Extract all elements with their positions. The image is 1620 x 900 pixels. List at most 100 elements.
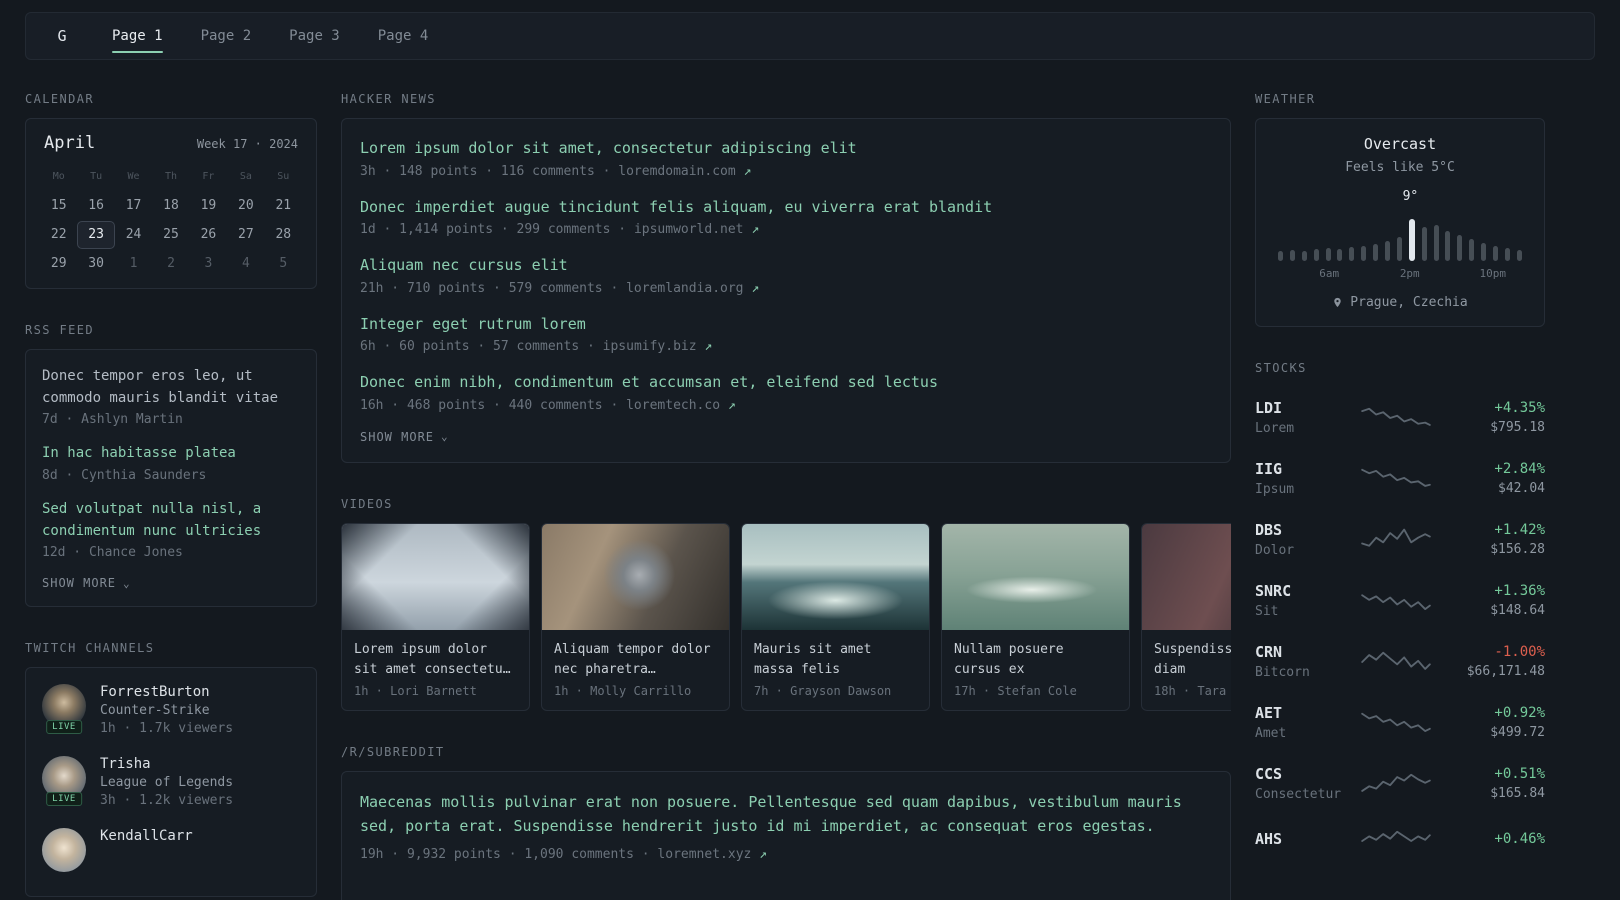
videos-row: Lorem ipsum dolor sit amet consectetu… 1… <box>341 522 1231 711</box>
show-more-label: SHOW MORE <box>360 429 435 444</box>
stock-id: SNRC Sit <box>1255 582 1351 619</box>
video-thumbnail[interactable] <box>742 523 929 630</box>
video-thumbnail[interactable] <box>342 523 529 630</box>
twitch-channel[interactable]: LIVE Trisha League of Legends 3h · 1.2k … <box>42 756 300 808</box>
video-title[interactable]: Suspendisse diam <box>1142 630 1231 682</box>
rss-item-title[interactable]: Donec tempor eros leo, ut commodo mauris… <box>42 366 300 409</box>
rss-item-title[interactable]: Sed volutpat nulla nisl, a condimentum n… <box>42 499 300 542</box>
stock-row[interactable]: DBS Dolor +1.42% $156.28 <box>1255 509 1545 570</box>
external-link-icon: ↗ <box>743 163 752 179</box>
hn-story-domain-link[interactable]: loremtech.co <box>626 398 720 413</box>
hn-story-title[interactable]: Donec imperdiet augue tincidunt felis al… <box>360 196 1212 219</box>
stock-row[interactable]: AET Amet +0.92% $499.72 <box>1255 692 1545 753</box>
tab-page-2[interactable]: Page 2 <box>187 13 266 59</box>
video-title[interactable]: Nullam posuere cursus ex <box>942 630 1129 682</box>
stock-id: AHS <box>1255 830 1351 852</box>
weather-bar <box>1278 251 1283 261</box>
video-title[interactable]: Aliquam tempor dolor nec pharetra… <box>542 630 729 682</box>
stock-price: $66,171.48 <box>1466 664 1545 679</box>
channel-avatar[interactable]: LIVE <box>42 684 86 735</box>
tab-page-1[interactable]: Page 1 <box>98 13 177 59</box>
calendar-grid: Mo Tu We Th Fr Sa Su 15 16 17 18 19 20 21 22 23 24 25 26 27… <box>40 163 302 278</box>
video-title[interactable]: Lorem ipsum dolor sit amet consectetu… <box>342 630 529 682</box>
hn-story-meta: 3h · 148 points · 116 comments · loremdo… <box>360 164 1212 179</box>
twitch-channel[interactable]: LIVE ForrestBurton Counter-Strike 1h · 1… <box>42 684 300 736</box>
reddit-post-card: Maecenas mollis pulvinar erat non posuer… <box>341 770 1231 900</box>
reddit-post-domain-link[interactable]: loremnet.xyz <box>657 847 751 862</box>
calendar-day: 4 <box>241 256 250 271</box>
channel-avatar[interactable] <box>42 828 86 873</box>
hn-story-domain-link[interactable]: ipsumworld.net <box>634 222 744 237</box>
external-link-icon: ↗ <box>704 339 713 354</box>
rss-item-meta: 7d · Ashlyn Martin <box>42 412 183 428</box>
channel-name[interactable]: ForrestBurton <box>100 684 233 700</box>
weather-bar <box>1433 225 1439 261</box>
stock-symbol: AET <box>1255 704 1283 722</box>
calendar-widget: CALENDAR April Week 17 · 2024 Mo Tu We Th Fr… <box>25 92 317 289</box>
tab-page-4[interactable]: Page 4 <box>364 13 443 59</box>
stock-row[interactable]: LDI Lorem +4.35% $795.18 <box>1255 387 1545 448</box>
twitch-channel[interactable]: KendallCarr <box>42 828 300 873</box>
external-link-icon: ↗ <box>751 280 760 296</box>
hn-story-title[interactable]: Aliquam nec cursus elit <box>360 254 1212 277</box>
widget-header-calendar: CALENDAR <box>25 92 94 106</box>
show-more-label: SHOW MORE <box>42 576 117 591</box>
video-thumbnail[interactable] <box>542 523 729 630</box>
hn-story-title[interactable]: Donec enim nibh, condimentum et accumsan… <box>360 371 1212 394</box>
weather-widget: WEATHER Overcast Feels like 5°C 9° 6am 2… <box>1255 92 1545 327</box>
video-meta: 1h · Molly Carrillo <box>554 683 692 698</box>
video-thumbnail[interactable] <box>1142 523 1231 630</box>
stock-name: Amet <box>1255 726 1287 741</box>
hn-story-domain-link[interactable]: loremdomain.com <box>618 164 735 179</box>
hn-story: Integer eget rutrum lorem 6h · 60 points… <box>360 313 1212 355</box>
reddit-post-title[interactable]: Maecenas mollis pulvinar erat non posuer… <box>360 790 1212 838</box>
video-card[interactable]: Mauris sit amet massa felis 7h · Grayson… <box>741 522 930 711</box>
rss-show-more-button[interactable]: SHOW MORE ⌄ <box>42 576 131 590</box>
stock-id: DBS Dolor <box>1255 521 1351 558</box>
video-card[interactable]: Lorem ipsum dolor sit amet consectetu… 1… <box>341 522 530 711</box>
video-card[interactable]: Suspendisse diam 18h · Tara <box>1141 522 1231 711</box>
hn-story-title[interactable]: Lorem ipsum dolor sit amet, consectetur … <box>360 137 1212 160</box>
weather-bar <box>1289 250 1295 261</box>
calendar-day: 29 <box>50 256 67 271</box>
stock-row[interactable]: CRN Bitcorn -1.00% $66,171.48 <box>1255 631 1545 692</box>
weather-bar <box>1373 244 1379 261</box>
stock-row[interactable]: AHS +0.46% <box>1255 814 1545 868</box>
app-logo[interactable]: G <box>36 27 88 45</box>
page-tabs: Page 1 Page 2 Page 3 Page 4 <box>98 13 452 59</box>
video-title[interactable]: Mauris sit amet massa felis <box>742 630 929 682</box>
stock-sparkline <box>1361 407 1431 426</box>
stock-name: Lorem <box>1255 421 1295 436</box>
time-label: 6am <box>1319 267 1340 280</box>
stock-row[interactable]: CCS Consectetur +0.51% $165.84 <box>1255 753 1545 814</box>
channel-name[interactable]: KendallCarr <box>100 828 193 844</box>
channel-viewers: 1h · 1.7k viewers <box>100 721 234 737</box>
video-meta: 17h · Stefan Cole <box>954 683 1077 698</box>
video-card[interactable]: Nullam posuere cursus ex 17h · Stefan Co… <box>941 522 1130 711</box>
stock-values: +1.42% $156.28 <box>1441 522 1545 557</box>
stock-symbol: CRN <box>1255 643 1283 661</box>
stock-row[interactable]: IIG Ipsum +2.84% $42.04 <box>1255 448 1545 509</box>
hn-story-meta: 21h · 710 points · 579 comments · loreml… <box>360 281 1212 296</box>
location-pin-icon <box>1334 297 1342 308</box>
channel-name[interactable]: Trisha <box>100 756 233 772</box>
stock-id: AET Amet <box>1255 704 1351 741</box>
widget-header-videos: VIDEOS <box>341 496 393 511</box>
rss-item-title[interactable]: In hac habitasse platea <box>42 443 300 465</box>
chevron-down-icon: ⌄ <box>441 430 449 443</box>
hn-story-title[interactable]: Integer eget rutrum lorem <box>360 313 1212 336</box>
stock-sparkline <box>1361 712 1431 732</box>
time-label: 10pm <box>1479 267 1506 280</box>
hn-show-more-button[interactable]: SHOW MORE ⌄ <box>360 430 449 444</box>
stock-row[interactable]: SNRC Sit +1.36% $148.64 <box>1255 570 1545 631</box>
video-card[interactable]: Aliquam tempor dolor nec pharetra… 1h · … <box>541 522 730 711</box>
rss-item-meta: 12d · Chance Jones <box>42 545 183 561</box>
hn-story-domain-link[interactable]: ipsumify.biz <box>603 339 697 354</box>
video-thumbnail[interactable] <box>942 523 1129 630</box>
video-meta: 7h · Grayson Dawson <box>754 683 892 698</box>
rss-item: In hac habitasse platea 8d · Cynthia Sau… <box>42 443 300 483</box>
channel-avatar[interactable]: LIVE <box>42 756 86 807</box>
tab-page-3[interactable]: Page 3 <box>275 13 354 59</box>
stock-name: Consectetur <box>1255 787 1342 802</box>
hn-story-domain-link[interactable]: loremlandia.org <box>626 281 743 296</box>
